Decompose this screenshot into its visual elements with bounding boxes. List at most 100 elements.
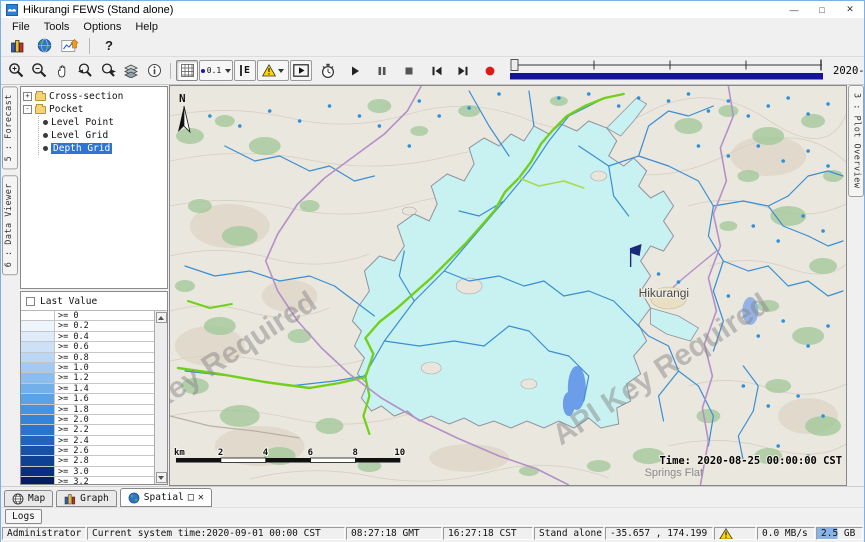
layers-icon[interactable] [120, 61, 142, 81]
classification-button[interactable]: E [234, 60, 256, 81]
locality-label: Springs Flat [645, 467, 703, 479]
last-value-checkbox[interactable] [26, 297, 35, 306]
legend-row[interactable]: >= 2.2 [21, 425, 154, 435]
collapse-icon[interactable]: - [23, 105, 32, 114]
svg-text:km: km [174, 448, 185, 458]
legend-row-label: >= 0.2 [55, 321, 154, 330]
zoom-next-icon[interactable] [97, 61, 119, 81]
legend-row[interactable]: >= 0.6 [21, 342, 154, 352]
legend-panel: Last Value >= 0 >= 0.2 >= 0.4 >= 0.6 >= … [20, 291, 168, 485]
expand-icon[interactable]: + [23, 92, 32, 101]
status-mode: Stand alone [534, 527, 604, 540]
tab-data-viewer[interactable]: 6 : Data Viewer [2, 175, 18, 275]
zoom-out-icon[interactable] [28, 61, 50, 81]
legend-row[interactable]: >= 1.6 [21, 394, 154, 404]
legend-row[interactable]: >= 1.4 [21, 384, 154, 394]
main-toolbar: ? [1, 35, 864, 57]
pan-hand-icon[interactable] [51, 61, 73, 81]
legend-row-label: >= 2.6 [55, 446, 154, 455]
data-viewer-panel: + Cross-section - Pocket Level Point [19, 85, 169, 486]
tab-spatial[interactable]: Spatial □ ✕ [120, 488, 212, 507]
legend-row[interactable]: >= 3.0 [21, 467, 154, 477]
legend-row[interactable]: >= 0 [21, 311, 154, 321]
time-slider[interactable] [510, 57, 826, 84]
play-button[interactable] [344, 61, 366, 81]
logs-button[interactable]: Logs [5, 509, 42, 524]
menu-options[interactable]: Options [76, 20, 128, 34]
tab-graph[interactable]: Graph [56, 490, 117, 507]
zoom-previous-icon[interactable] [74, 61, 96, 81]
current-view-datetime: 2020-08-25 00:00:00 CST [833, 65, 865, 77]
help-button[interactable]: ? [98, 36, 120, 56]
legend-row-label: >= 2.2 [55, 425, 154, 434]
legend-row[interactable]: >= 2.6 [21, 446, 154, 456]
maximize-button[interactable]: □ [808, 1, 836, 18]
town-label: Hikurangi [639, 286, 689, 300]
legend-row[interactable]: >= 2.0 [21, 415, 154, 425]
chevron-down-icon [225, 69, 231, 73]
legend-row[interactable]: >= 3.2 [21, 477, 154, 484]
legend-row[interactable]: >= 0.8 [21, 353, 154, 363]
skip-to-end-button[interactable] [452, 61, 474, 81]
tree-item-cross-section[interactable]: + Cross-section [23, 90, 165, 103]
legend-color-swatch [21, 456, 55, 465]
menu-tools[interactable]: Tools [37, 20, 77, 34]
legend-row[interactable]: >= 1.2 [21, 373, 154, 383]
legend-row-label: >= 1.0 [55, 363, 154, 372]
globe-icon[interactable] [33, 36, 55, 56]
legend-row[interactable]: >= 2.4 [21, 436, 154, 446]
tree-item-level-grid[interactable]: Level Grid [43, 129, 165, 142]
status-warning-icon[interactable] [714, 527, 756, 540]
stop-button[interactable] [398, 61, 420, 81]
svg-text:10: 10 [394, 448, 405, 458]
animation-movie-button[interactable] [290, 60, 312, 81]
pause-button[interactable] [371, 61, 393, 81]
tree-item-depth-grid[interactable]: Depth Grid [43, 142, 165, 155]
menu-help[interactable]: Help [128, 20, 165, 34]
map-time-label: Time: 2020-08-25 00:00:00 CST [660, 455, 843, 467]
legend-row-label: >= 0.6 [55, 342, 154, 351]
grid-layer-button[interactable] [176, 60, 198, 81]
tree-item-label: Pocket [49, 104, 83, 115]
tab-graph-label: Graph [80, 493, 109, 504]
info-icon[interactable] [143, 61, 165, 81]
legend-row[interactable]: >= 1.8 [21, 405, 154, 415]
legend-color-swatch [21, 415, 55, 424]
tab-map[interactable]: Map [4, 490, 53, 507]
database-icon[interactable] [7, 36, 29, 56]
tab-forecast[interactable]: 5 : Forecast [2, 86, 18, 169]
tab-plot-overview[interactable]: 3 : Plot Overview [848, 85, 864, 197]
spatial-close-icon[interactable]: ✕ [198, 492, 204, 503]
tree-item-pocket[interactable]: - Pocket [23, 103, 165, 116]
scroll-up-icon[interactable] [156, 312, 167, 323]
zoom-in-icon[interactable] [5, 61, 27, 81]
legend-row[interactable]: >= 0.2 [21, 321, 154, 331]
set-time-stopwatch-icon[interactable] [317, 61, 339, 81]
contour-threshold-dropdown[interactable]: 0.1 [199, 60, 233, 81]
legend-row[interactable]: >= 0.4 [21, 332, 154, 342]
close-button[interactable]: ✕ [836, 1, 864, 18]
layer-bullet-icon [43, 133, 48, 138]
legend-color-swatch [21, 321, 55, 330]
minimize-button[interactable]: — [780, 1, 808, 18]
toolbar-separator [89, 38, 90, 54]
skip-to-start-button[interactable] [425, 61, 447, 81]
legend-color-swatch [21, 477, 55, 484]
layer-tree: + Cross-section - Pocket Level Point [20, 86, 168, 289]
scroll-down-icon[interactable] [156, 472, 167, 483]
map-canvas: API Key Required API Key Required N km 2… [170, 86, 846, 485]
menu-file[interactable]: File [5, 20, 37, 34]
classification-label: E [240, 65, 250, 76]
legend-row[interactable]: >= 2.8 [21, 456, 154, 466]
record-button[interactable] [479, 61, 501, 81]
legend-row[interactable]: >= 1.0 [21, 363, 154, 373]
legend-color-swatch [21, 342, 55, 351]
chart-display-icon[interactable] [59, 36, 81, 56]
spatial-maximize-icon[interactable]: □ [188, 492, 194, 503]
legend-color-swatch [21, 405, 55, 414]
thresholds-warning-dropdown[interactable] [257, 60, 289, 81]
legend-scrollbar[interactable] [154, 311, 167, 484]
tree-item-level-point[interactable]: Level Point [43, 116, 165, 129]
tree-item-label: Cross-section [49, 91, 123, 102]
map-viewport[interactable]: API Key Required API Key Required N km 2… [169, 85, 847, 486]
